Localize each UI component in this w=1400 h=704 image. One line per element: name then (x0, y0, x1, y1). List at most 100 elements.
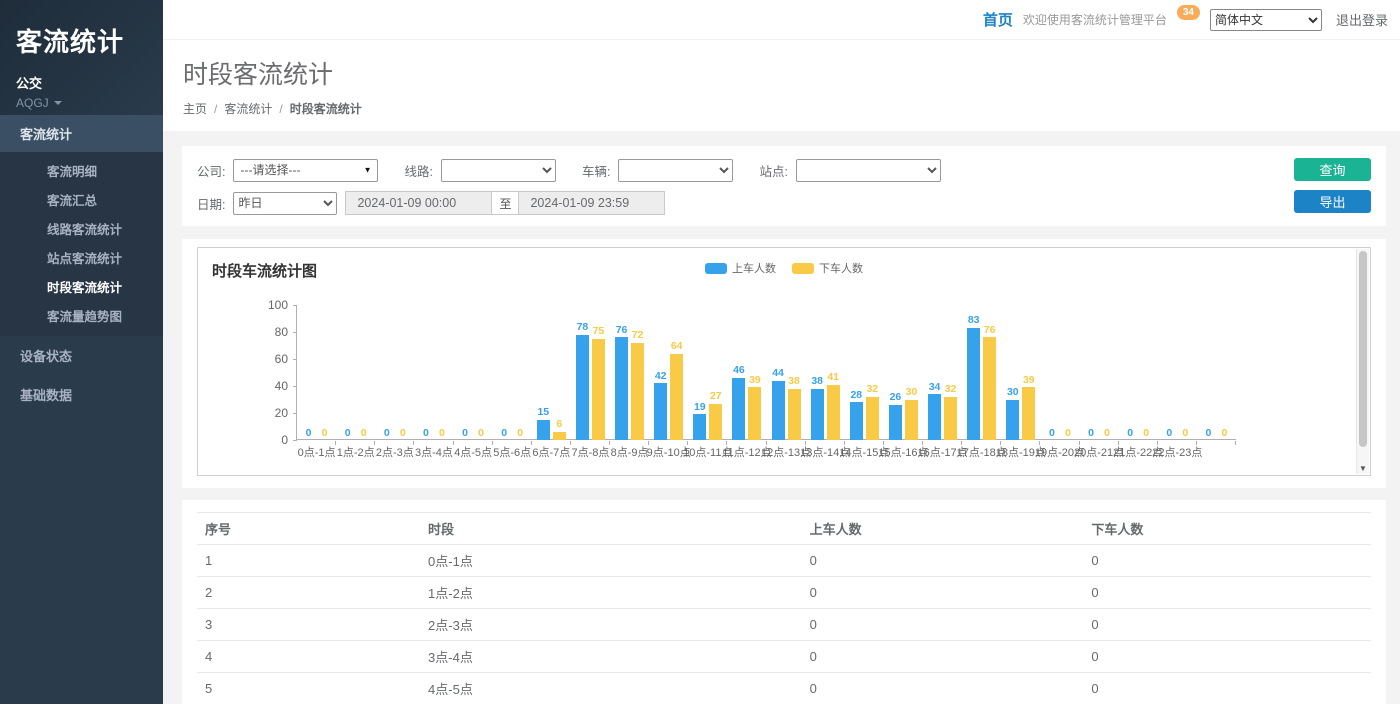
date-preset-select[interactable]: 昨日 (233, 192, 337, 215)
bar-value-label: 15 (537, 407, 549, 418)
bar-value-label: 0 (1143, 428, 1149, 439)
station-select[interactable] (796, 159, 941, 182)
table-header-row: 序号 时段 上车人数 下车人数 (197, 513, 1371, 545)
scrollbar-down-arrow-icon[interactable]: ▼ (1357, 464, 1369, 473)
chart-category: 443812点-13点 (767, 305, 806, 440)
bar-value-label: 0 (306, 428, 312, 439)
user-menu[interactable]: AQGJ (16, 96, 147, 110)
sidebar-subitem[interactable]: 客流明细 (0, 156, 163, 185)
bar (748, 387, 761, 440)
bar-value-label: 0 (439, 428, 445, 439)
breadcrumb-current: 时段客流统计 (290, 100, 362, 117)
table-cell: 0 (802, 545, 1084, 577)
station-label: 站点: (759, 161, 787, 180)
bar (1006, 400, 1019, 441)
bar-value-label: 42 (655, 371, 667, 382)
legend-swatch-boarding-icon (705, 263, 727, 274)
sidebar-subitem[interactable]: 线路客流统计 (0, 214, 163, 243)
scrollbar-thumb[interactable] (1359, 251, 1367, 447)
y-axis-tick-mark (293, 386, 297, 387)
date-range-separator: 至 (491, 191, 519, 215)
bar (944, 397, 957, 440)
bar-value-label: 72 (632, 330, 644, 341)
bar-value-label: 0 (1127, 428, 1133, 439)
bar-value-label: 30 (906, 387, 918, 398)
date-end-input[interactable] (518, 191, 665, 215)
table-cell: 0 (1083, 609, 1371, 641)
sidebar-section-passenger-stats[interactable]: 客流统计 (0, 115, 163, 152)
y-axis-tick-mark (293, 305, 297, 306)
chart-category: 0021点-22点 (1119, 305, 1158, 440)
hourly-stats-table: 序号 时段 上车人数 下车人数 10点-1点0021点-2点0032点-3点00… (197, 512, 1371, 704)
y-axis-tick-mark (293, 413, 297, 414)
table-cell: 0 (802, 577, 1084, 609)
sidebar-subitem[interactable]: 客流量趋势图 (0, 301, 163, 330)
chart-category: 837617点-18点 (962, 305, 1001, 440)
export-button[interactable]: 导出 (1294, 190, 1371, 213)
chart-category: 78757点-8点 (571, 305, 610, 440)
breadcrumb-passenger-stats[interactable]: 客流统计 (224, 100, 272, 117)
bar-value-label: 0 (1166, 428, 1172, 439)
chart-category: 303918点-19点 (1001, 305, 1040, 440)
sidebar-subitem[interactable]: 客流汇总 (0, 185, 163, 214)
line-select[interactable] (441, 159, 556, 182)
bar (889, 405, 902, 440)
bar-value-label: 0 (1104, 428, 1110, 439)
query-button[interactable]: 查询 (1294, 158, 1371, 181)
chart-category: 463911点-12点 (727, 305, 766, 440)
legend-item-alighting[interactable]: 下车人数 (792, 260, 863, 276)
logout-link[interactable]: 退出登录 (1336, 10, 1388, 29)
x-axis-label: 5点-6点 (493, 444, 531, 460)
breadcrumb-separator: / (279, 102, 282, 116)
table-panel: 序号 时段 上车人数 下车人数 10点-1点0021点-2点0032点-3点00… (182, 500, 1386, 704)
table-cell: 0点-1点 (420, 545, 802, 577)
x-axis-label: 2点-3点 (376, 444, 414, 460)
y-axis-tick-mark (293, 440, 297, 441)
x-axis-label: 4点-5点 (454, 444, 492, 460)
chart-category: 0022点-23点 (1158, 305, 1197, 440)
bar-value-label: 76 (616, 325, 628, 336)
legend-label-boarding: 上车人数 (732, 260, 776, 276)
chart-category: 263015点-16点 (884, 305, 923, 440)
vehicle-select[interactable] (618, 159, 733, 182)
chart-category: 0023点-24点 (1197, 305, 1236, 440)
table-cell: 2 (197, 577, 420, 609)
vehicle-label: 车辆: (582, 161, 610, 180)
bar-value-label: 0 (501, 428, 507, 439)
chart-category: 001点-2点 (336, 305, 375, 440)
sidebar-item-base-data[interactable]: 基础数据 (0, 375, 163, 414)
topbar: 首页 欢迎使用客流统计管理平台 34 简体中文 退出登录 (163, 0, 1400, 40)
home-link[interactable]: 首页 (983, 9, 1013, 30)
chart-category: 002点-3点 (375, 305, 414, 440)
bar (553, 432, 566, 440)
date-start-input[interactable] (345, 191, 492, 215)
main-area: 首页 欢迎使用客流统计管理平台 34 简体中文 退出登录 时段客流统计 主页 /… (163, 0, 1400, 704)
chart-category: 283214点-15点 (845, 305, 884, 440)
bar (866, 397, 879, 440)
bar-value-label: 0 (1088, 428, 1094, 439)
legend-item-boarding[interactable]: 上车人数 (705, 260, 776, 276)
bar-value-label: 38 (788, 376, 800, 387)
chart-category: 000点-1点 (297, 305, 336, 440)
bar-value-label: 83 (968, 315, 980, 326)
sidebar-subitem[interactable]: 站点客流统计 (0, 243, 163, 272)
welcome-text: 欢迎使用客流统计管理平台 (1023, 11, 1167, 28)
x-axis-label: 1点-2点 (337, 444, 375, 460)
sidebar-subitem[interactable]: 时段客流统计 (0, 272, 163, 301)
bar (983, 337, 996, 440)
col-header-period: 时段 (420, 513, 802, 545)
bar-value-label: 75 (593, 326, 605, 337)
table-cell: 0 (802, 673, 1084, 704)
x-axis-label: 8点-9点 (611, 444, 649, 460)
company-select[interactable]: ---请选择--- (233, 159, 378, 182)
sidebar-item-device-status[interactable]: 设备状态 (0, 336, 163, 375)
org-name: 公交 (16, 73, 147, 92)
breadcrumb-home[interactable]: 主页 (183, 100, 207, 117)
bar (654, 383, 667, 440)
table-cell: 0 (1083, 641, 1371, 673)
breadcrumb-separator: / (214, 102, 217, 116)
bar-value-label: 0 (384, 428, 390, 439)
chart-vertical-scrollbar[interactable]: ▼ (1356, 249, 1369, 474)
sidebar-nav: 客流统计 客流明细客流汇总线路客流统计站点客流统计时段客流统计客流量趋势图 设备… (0, 115, 163, 414)
language-select[interactable]: 简体中文 (1210, 9, 1322, 31)
